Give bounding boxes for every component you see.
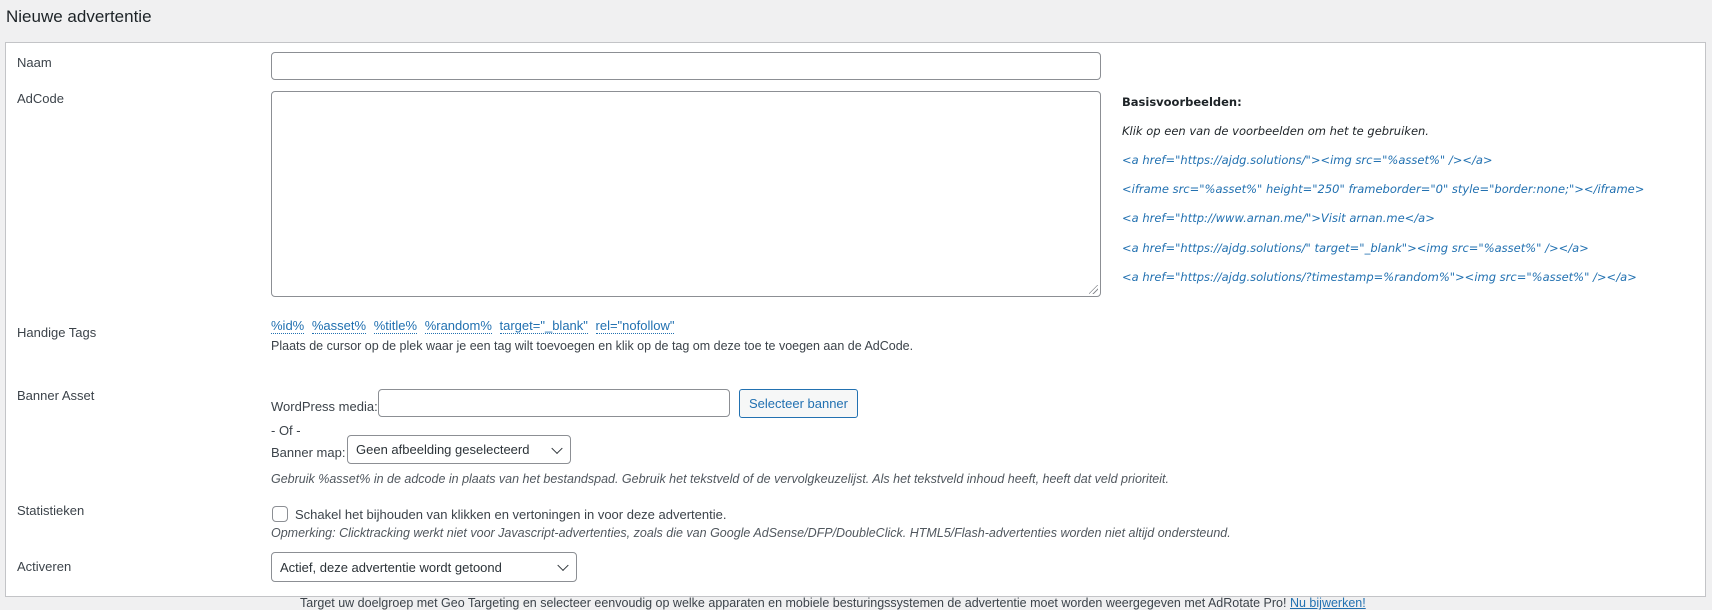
banner-folder-select[interactable]: Geen afbeelding geselecteerd — [347, 435, 571, 464]
upgrade-link[interactable]: Nu bijwerken! — [1290, 596, 1366, 610]
example-link-4[interactable]: <a href="https://ajdg.solutions/" target… — [1122, 241, 1589, 255]
tag-asset[interactable]: %asset% — [311, 318, 367, 334]
or-separator: - Of - — [271, 423, 301, 438]
banner-folder-label: Banner map: — [271, 445, 346, 460]
banner-folder-selected: Geen afbeelding geselecteerd — [356, 442, 530, 457]
tags-hint: Plaats de cursor op de plek waar je een … — [271, 339, 914, 353]
name-label: Naam — [17, 55, 52, 70]
stats-label: Statistieken — [17, 503, 85, 518]
banner-label: Banner Asset — [17, 388, 95, 403]
resize-grip-icon[interactable] — [1089, 285, 1098, 294]
ad-form-panel: Naam AdCode Basisvoorbeelden: Klik op ee… — [5, 42, 1706, 597]
page-title: Nieuwe advertentie — [6, 7, 152, 26]
stats-note: Opmerking: Clicktracking werkt niet voor… — [271, 526, 1231, 540]
footer-promo: Target uw doelgroep met Geo Targeting en… — [300, 596, 1366, 610]
tag-random[interactable]: %random% — [424, 318, 492, 334]
stats-checkbox-label[interactable]: Schakel het bijhouden van klikken en ver… — [295, 507, 726, 522]
name-input[interactable] — [271, 52, 1101, 80]
tags-label: Handige Tags — [17, 325, 97, 340]
banner-note: Gebruik %asset% in de adcode in plaats v… — [271, 472, 1169, 486]
chevron-down-icon — [551, 442, 563, 454]
activate-selected: Actief, deze advertentie wordt getoond — [280, 559, 502, 575]
examples-hint: Klik op een van de voorbeelden om het te… — [1122, 124, 1429, 138]
adcode-label: AdCode — [17, 91, 64, 106]
activate-select[interactable]: Actief, deze advertentie wordt getoond — [271, 552, 577, 582]
select-banner-button[interactable]: Selecteer banner — [739, 389, 858, 418]
example-link-5[interactable]: <a href="https://ajdg.solutions/?timesta… — [1122, 270, 1637, 284]
example-link-3[interactable]: <a href="http://www.arnan.me/">Visit arn… — [1122, 211, 1435, 225]
example-link-1[interactable]: <a href="https://ajdg.solutions/"><img s… — [1122, 153, 1493, 167]
tag-rel-nofollow[interactable]: rel="nofollow" — [595, 318, 675, 334]
wordpress-media-input[interactable] — [378, 389, 730, 417]
chevron-down-icon — [557, 559, 569, 572]
footer-promo-text: Target uw doelgroep met Geo Targeting en… — [300, 596, 1287, 610]
tags-list: %id% %asset% %title% %random% target="_b… — [271, 318, 678, 334]
tag-id[interactable]: %id% — [271, 318, 305, 334]
wordpress-media-label: WordPress media: — [271, 399, 378, 414]
tag-target-blank[interactable]: target="_blank" — [499, 318, 588, 334]
stats-tracking-checkbox[interactable] — [272, 506, 288, 522]
tag-title[interactable]: %title% — [373, 318, 418, 334]
examples-title: Basisvoorbeelden: — [1122, 95, 1242, 109]
activate-label: Activeren — [17, 559, 72, 574]
adcode-textarea[interactable] — [271, 91, 1101, 297]
example-link-2[interactable]: <iframe src="%asset%" height="250" frame… — [1122, 182, 1644, 196]
